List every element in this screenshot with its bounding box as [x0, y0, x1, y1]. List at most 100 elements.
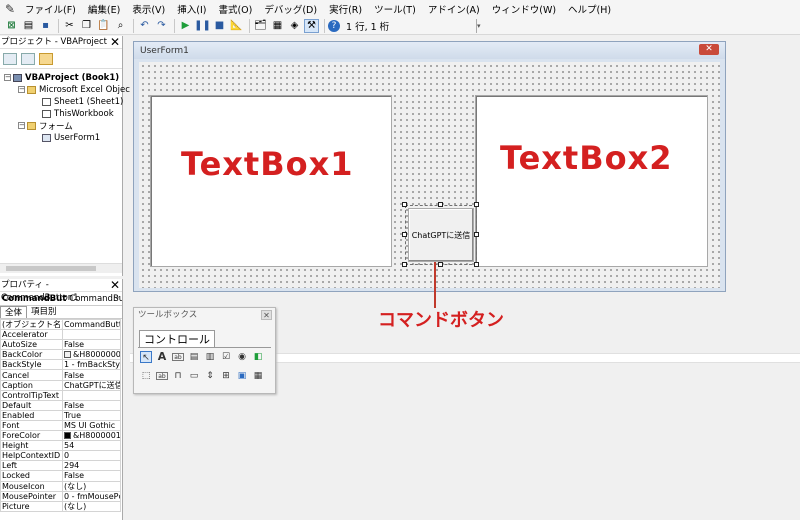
property-value[interactable]: 294 [62, 460, 121, 472]
resize-handle[interactable] [474, 232, 479, 237]
tree-item-thisworkbook[interactable]: ThisWorkbook [42, 108, 114, 119]
cut-icon[interactable]: ✂ [62, 19, 77, 33]
property-value[interactable]: ChatGPTに送信 [62, 379, 121, 391]
tab-categorized[interactable]: 項目別 [27, 306, 61, 318]
select-objects-icon[interactable]: ↖ [140, 351, 152, 363]
menu-tools[interactable]: ツール(T) [369, 2, 423, 16]
togglebutton-tool-icon[interactable]: ◧ [252, 351, 264, 363]
property-row[interactable]: Height 54 [0, 440, 121, 452]
property-value[interactable]: 0 [62, 450, 121, 462]
close-icon[interactable]: ✕ [261, 310, 272, 320]
property-row[interactable]: AutoSize False [0, 339, 121, 351]
property-value[interactable]: MS UI Gothic [62, 419, 121, 432]
combobox-tool-icon[interactable]: ▤ [188, 351, 200, 363]
menu-view[interactable]: 表示(V) [127, 2, 172, 16]
property-value[interactable]: 54 [62, 440, 121, 452]
label-tool-icon[interactable]: A [156, 351, 168, 363]
redo-icon[interactable]: ↷ [154, 19, 169, 33]
resize-handle[interactable] [474, 202, 479, 207]
property-value[interactable]: True [62, 409, 121, 421]
close-icon[interactable]: ✕ [110, 36, 120, 48]
property-value[interactable]: (なし) [62, 480, 121, 492]
property-value[interactable]: &H80000012 [62, 430, 121, 442]
property-row[interactable]: Left 294 [0, 460, 121, 472]
resize-handle[interactable] [438, 262, 443, 267]
property-row[interactable]: Accelerator [0, 329, 121, 341]
property-value[interactable]: False [62, 369, 121, 381]
property-row[interactable]: BackColor &H8000000F [0, 349, 121, 361]
collapse-icon[interactable]: − [18, 122, 25, 129]
property-row[interactable]: Enabled True [0, 409, 121, 421]
property-row[interactable]: Picture (なし) [0, 500, 121, 512]
close-icon[interactable]: ✕ [110, 279, 120, 291]
resize-handle[interactable] [438, 202, 443, 207]
property-row[interactable]: Font MS UI Gothic [0, 419, 121, 432]
tree-item-sheet1[interactable]: Sheet1 (Sheet1) [42, 96, 123, 107]
property-row[interactable]: Default False [0, 399, 121, 411]
property-value[interactable]: False [62, 399, 121, 411]
textbox1[interactable]: TextBox1 [150, 95, 392, 267]
toggle-folders-icon[interactable] [39, 52, 53, 65]
project-explorer-icon[interactable]: 🗂 [253, 19, 268, 33]
scrollbar-thumb[interactable] [6, 266, 96, 271]
excel-icon[interactable]: ⊠ [4, 19, 19, 33]
collapse-icon[interactable]: − [4, 74, 11, 81]
resize-handle[interactable] [402, 202, 407, 207]
chevron-down-icon[interactable]: ⌵ [114, 292, 120, 302]
property-row[interactable]: ForeColor&H80000012 [0, 430, 121, 442]
commandbutton-tool-icon[interactable]: ab [156, 372, 168, 380]
view-code-icon[interactable] [3, 52, 17, 65]
horizontal-scrollbar[interactable] [0, 263, 122, 273]
save-icon[interactable]: ▪ [38, 19, 53, 33]
menu-insert[interactable]: 挿入(I) [172, 2, 213, 16]
reset-icon[interactable]: ■ [212, 19, 227, 33]
tree-item-forms[interactable]: − フォーム [18, 120, 73, 132]
property-row[interactable]: BackStyle 1 - fmBackSty [0, 359, 121, 371]
menu-window[interactable]: ウィンドウ(W) [487, 2, 563, 16]
menu-edit[interactable]: 編集(E) [83, 2, 127, 16]
find-icon[interactable]: ⌕ [113, 19, 128, 33]
toolbox-titlebar[interactable]: ツールボックス ✕ [134, 308, 275, 323]
property-value[interactable]: (なし) [62, 500, 121, 512]
tabstrip-tool-icon[interactable]: ⊓ [172, 370, 184, 382]
property-value[interactable]: 1 - fmBackSty [62, 359, 121, 371]
paste-icon[interactable]: 📋 [96, 19, 111, 33]
listbox-tool-icon[interactable]: ▥ [204, 351, 216, 363]
userform-canvas[interactable]: TextBox1 TextBox2 ChatGPTに送信 [139, 62, 720, 288]
resize-handle[interactable] [402, 232, 407, 237]
object-browser-icon[interactable]: ◈ [287, 19, 302, 33]
userform-titlebar[interactable]: UserForm1 ✕ [134, 42, 725, 59]
refedit-tool-icon[interactable]: ▦ [252, 370, 264, 382]
optionbutton-tool-icon[interactable]: ◉ [236, 351, 248, 363]
send-to-chatgpt-button[interactable]: ChatGPTに送信 [408, 208, 474, 262]
copy-icon[interactable]: ❐ [79, 19, 94, 33]
design-mode-icon[interactable]: 📐 [229, 19, 244, 33]
collapse-icon[interactable]: − [18, 86, 25, 93]
property-value[interactable] [62, 389, 121, 401]
tree-item-userform1[interactable]: UserForm1 [42, 132, 100, 143]
property-value[interactable]: False [62, 470, 121, 482]
undo-icon[interactable]: ↶ [137, 19, 152, 33]
close-icon[interactable]: ✕ [699, 44, 719, 55]
menu-file[interactable]: ファイル(F) [20, 2, 83, 16]
textbox2[interactable]: TextBox2 [475, 95, 708, 267]
toolbar-options-icon[interactable]: ▾ [476, 18, 482, 33]
property-value[interactable]: &H8000000F [62, 349, 121, 361]
tab-controls[interactable]: コントロール [139, 330, 215, 347]
menu-addins[interactable]: アドイン(A) [423, 2, 487, 16]
tree-item-excel-objects[interactable]: − Microsoft Excel Objects [18, 84, 138, 95]
textbox-tool-icon[interactable]: ab [172, 353, 184, 361]
resize-handle[interactable] [474, 262, 479, 267]
resize-handle[interactable] [402, 262, 407, 267]
multipage-tool-icon[interactable]: ▭ [188, 370, 200, 382]
property-value[interactable]: CommandButto [62, 318, 121, 331]
menu-format[interactable]: 書式(O) [213, 2, 259, 16]
menu-run[interactable]: 実行(R) [324, 2, 369, 16]
property-row[interactable]: Cancel False [0, 369, 121, 381]
image-tool-icon[interactable]: ▣ [236, 370, 248, 382]
run-icon[interactable]: ▶ [178, 19, 193, 33]
property-row[interactable]: ControlTipText [0, 389, 121, 401]
toolbox-icon[interactable]: ⚒ [304, 18, 319, 33]
property-row[interactable]: Caption ChatGPTに送信 [0, 379, 121, 391]
menu-help[interactable]: ヘルプ(H) [563, 2, 618, 16]
